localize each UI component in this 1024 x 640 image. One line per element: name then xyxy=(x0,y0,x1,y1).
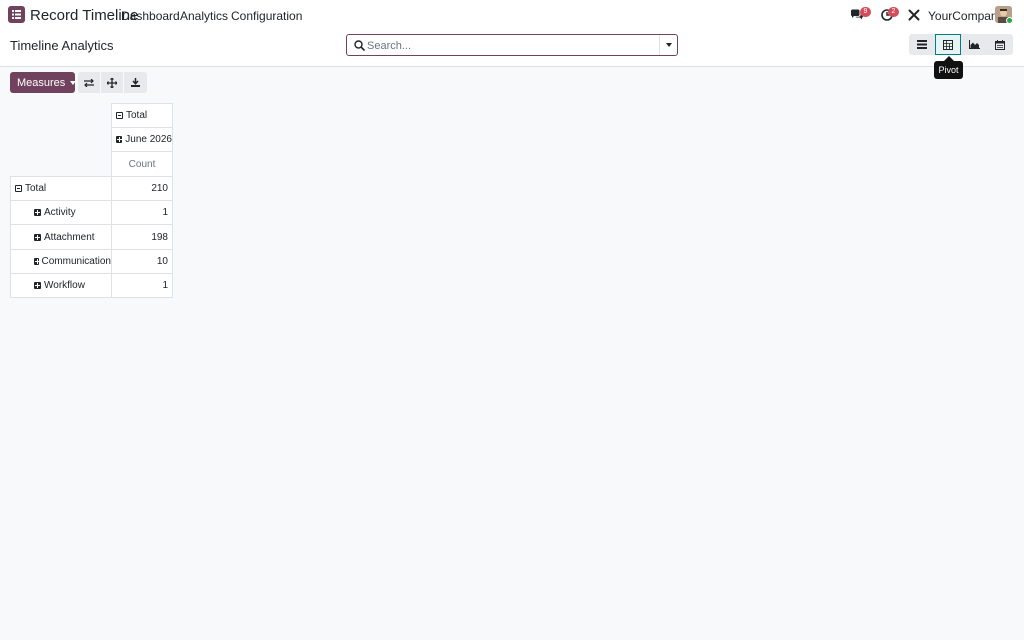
row-header-workflow[interactable]: Workflow xyxy=(10,273,112,298)
pivot-view-icon xyxy=(943,39,953,50)
expand-icon xyxy=(34,233,41,241)
list-view-icon xyxy=(917,40,927,49)
measures-label: Measures xyxy=(17,76,66,89)
messages-count-badge: 9 xyxy=(860,7,871,17)
count-cell: 10 xyxy=(111,249,173,274)
top-navbar: Record Timeline Dashboard Analytics Conf… xyxy=(0,0,1024,29)
menu-item-analytics[interactable]: Analytics xyxy=(180,9,228,23)
col-header-total-label: Total xyxy=(126,110,148,121)
count-cell: 198 xyxy=(111,224,173,250)
page-title: Timeline Analytics xyxy=(10,38,114,53)
debug-tools-icon[interactable] xyxy=(906,7,922,23)
row-label: Activity xyxy=(44,207,76,218)
menu-item-configuration[interactable]: Configuration xyxy=(231,9,302,23)
list-view-button[interactable] xyxy=(909,34,935,55)
expand-all-button[interactable] xyxy=(101,72,123,93)
company-switcher[interactable]: YourCompany xyxy=(928,9,1004,23)
measures-button[interactable]: Measures xyxy=(10,72,77,93)
count-value: 198 xyxy=(151,231,168,243)
area-chart-icon xyxy=(968,40,980,49)
search-icon xyxy=(354,40,365,51)
total-count-cell: 210 xyxy=(111,176,173,201)
expand-icon xyxy=(34,282,41,289)
col-header-group-label: June 2026 xyxy=(125,134,172,145)
download-button[interactable] xyxy=(124,72,147,93)
expand-icon xyxy=(34,209,41,216)
calendar-view-icon xyxy=(995,39,1005,50)
count-cell: 1 xyxy=(111,200,173,225)
caret-down-icon xyxy=(666,43,672,47)
row-label: Workflow xyxy=(44,280,85,291)
col-header-group[interactable]: June 2026 xyxy=(111,127,173,152)
calendar-view-button[interactable] xyxy=(987,34,1013,55)
search-options-toggle[interactable] xyxy=(659,35,678,55)
pivot-view-button[interactable] xyxy=(935,34,961,55)
row-header-attachment[interactable]: Attachment xyxy=(10,224,112,250)
count-value: 10 xyxy=(156,256,168,267)
activities-count-badge: 2 xyxy=(888,7,899,17)
caret-down-icon xyxy=(70,80,77,85)
count-value: 1 xyxy=(162,207,168,218)
row-label: Communication xyxy=(41,256,111,267)
row-header-total[interactable]: Total xyxy=(10,176,112,201)
row-header-activity[interactable]: Activity xyxy=(10,200,112,225)
row-header-communication[interactable]: Communication xyxy=(10,249,112,274)
collapse-icon xyxy=(15,185,22,192)
expand-icon xyxy=(34,258,40,265)
expand-icon xyxy=(116,136,123,143)
menu-item-dashboard[interactable]: Dashboard xyxy=(121,9,180,23)
arrows-expand-icon xyxy=(107,77,117,88)
count-cell: 1 xyxy=(111,273,173,298)
row-label: Attachment xyxy=(44,231,95,243)
search-input[interactable] xyxy=(367,38,657,53)
flip-axis-button[interactable] xyxy=(78,72,100,93)
graph-view-button[interactable] xyxy=(961,34,987,55)
total-count-value: 210 xyxy=(151,183,168,194)
search-bar[interactable] xyxy=(346,34,678,56)
count-value: 1 xyxy=(162,280,168,291)
view-switcher xyxy=(909,34,1014,55)
col-header-total[interactable]: Total xyxy=(111,103,173,128)
collapse-icon xyxy=(116,112,123,119)
download-icon xyxy=(131,78,140,87)
exchange-icon xyxy=(84,78,94,87)
measure-label: Count xyxy=(128,158,156,170)
app-menu-icon[interactable] xyxy=(8,6,25,23)
measure-header[interactable]: Count xyxy=(111,151,173,177)
view-tooltip: Pivot xyxy=(934,61,963,79)
list-icon xyxy=(12,10,21,19)
control-panel: Timeline Analytics xyxy=(0,29,1024,67)
online-status-dot xyxy=(1006,17,1013,24)
row-header-total-label: Total xyxy=(25,183,47,194)
